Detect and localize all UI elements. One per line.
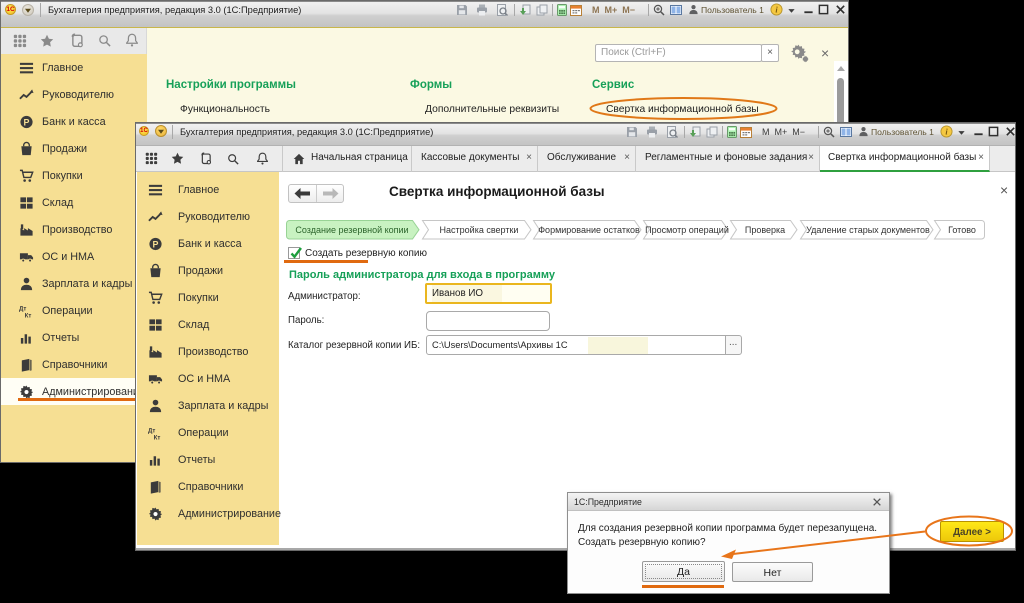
svg-text:Создание резервной копии: Создание резервной копии (295, 225, 408, 235)
svg-text:Проверка: Проверка (745, 225, 785, 235)
svg-text:Настройка свертки: Настройка свертки (440, 225, 519, 235)
svg-text:Формирование остатков: Формирование остатков (538, 225, 640, 235)
svg-text:Готово: Готово (948, 225, 976, 235)
svg-text:Удаление старых документов: Удаление старых документов (806, 225, 930, 235)
svg-text:Просмотр операций: Просмотр операций (645, 225, 729, 235)
